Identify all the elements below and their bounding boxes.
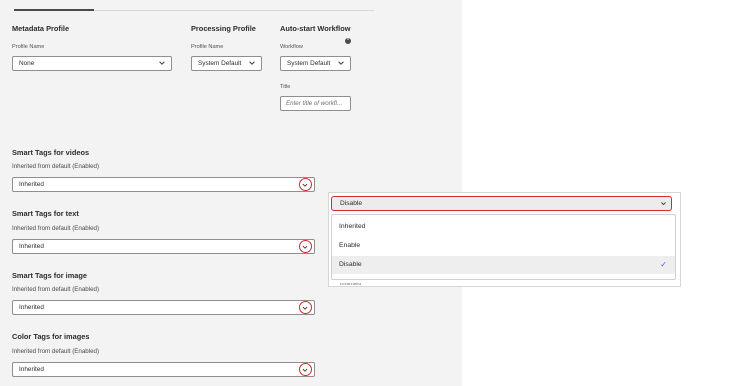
- auto-start-workflow-heading: Auto-start Workflow: [280, 24, 351, 33]
- chevron-down-icon: [158, 59, 166, 67]
- smart-tags-image-select[interactable]: Inherited: [12, 300, 315, 315]
- workflow-title-placeholder: Enter title of workfl...: [286, 100, 343, 107]
- processing-profile-value: System Default: [198, 60, 242, 67]
- underlying-select-value: Inherited: [340, 283, 362, 286]
- menu-item-label: Enable: [339, 242, 361, 249]
- tab-divider: [94, 10, 374, 11]
- smart-tags-text-note: Inherited from default (Enabled): [12, 225, 100, 232]
- menu-item-label: Inherited: [339, 223, 366, 230]
- chevron-down-icon[interactable]: [299, 240, 312, 253]
- color-tags-images-heading: Color Tags for images: [12, 332, 90, 341]
- metadata-profile-name-label: Profile Name: [12, 44, 45, 50]
- workflow-select[interactable]: System Default: [280, 56, 351, 71]
- processing-profile-select[interactable]: System Default: [191, 56, 262, 71]
- menu-item-enable[interactable]: Enable: [332, 237, 675, 255]
- metadata-profile-select[interactable]: None: [12, 56, 172, 71]
- menu-item-disable[interactable]: Disable ✓: [332, 256, 675, 274]
- processing-profile-heading: Processing Profile: [191, 24, 256, 33]
- chevron-down-icon: [248, 59, 256, 67]
- info-icon[interactable]: i: [345, 37, 351, 44]
- dropdown-menu: Inherited Enable Disable ✓: [331, 214, 676, 280]
- smart-tags-select-open[interactable]: Disable: [331, 196, 672, 211]
- smart-tags-text-value: Inherited: [19, 243, 44, 250]
- color-tags-images-select[interactable]: Inherited: [12, 362, 315, 377]
- color-tags-images-note: Inherited from default (Enabled): [12, 348, 100, 355]
- chevron-down-icon[interactable]: [299, 363, 312, 376]
- workflow-title-input[interactable]: Enter title of workfl...: [280, 96, 351, 111]
- smart-tags-videos-heading: Smart Tags for videos: [12, 148, 90, 157]
- workflow-label: Workflow: [280, 44, 303, 50]
- chevron-down-icon[interactable]: [299, 178, 312, 191]
- smart-tags-image-value: Inherited: [19, 304, 44, 311]
- chevron-down-icon: [660, 200, 667, 207]
- color-tags-images-value: Inherited: [19, 366, 44, 373]
- menu-item-inherited[interactable]: Inherited: [332, 218, 675, 236]
- menu-item-label: Disable: [339, 261, 362, 268]
- chevron-down-icon: [337, 59, 345, 67]
- smart-tags-videos-value: Inherited: [19, 181, 44, 188]
- smart-tags-image-note: Inherited from default (Enabled): [12, 286, 100, 293]
- workflow-value: System Default: [287, 60, 331, 67]
- smart-tags-text-select[interactable]: Inherited: [12, 239, 315, 254]
- smart-tags-text-heading: Smart Tags for text: [12, 209, 79, 218]
- metadata-profile-value: None: [19, 60, 35, 67]
- checkmark-icon: ✓: [660, 260, 667, 269]
- workflow-title-label: Title: [280, 84, 291, 90]
- smart-tags-videos-select[interactable]: Inherited: [12, 177, 315, 192]
- smart-tags-image-heading: Smart Tags for image: [12, 271, 88, 280]
- dropdown-selected-value: Disable: [340, 199, 362, 207]
- smart-tags-videos-note: Inherited from default (Enabled): [12, 163, 100, 170]
- active-tab-indicator: [14, 9, 94, 11]
- chevron-down-icon[interactable]: [299, 301, 312, 314]
- processing-profile-name-label: Profile Name: [191, 44, 224, 50]
- metadata-profile-heading: Metadata Profile: [12, 24, 70, 33]
